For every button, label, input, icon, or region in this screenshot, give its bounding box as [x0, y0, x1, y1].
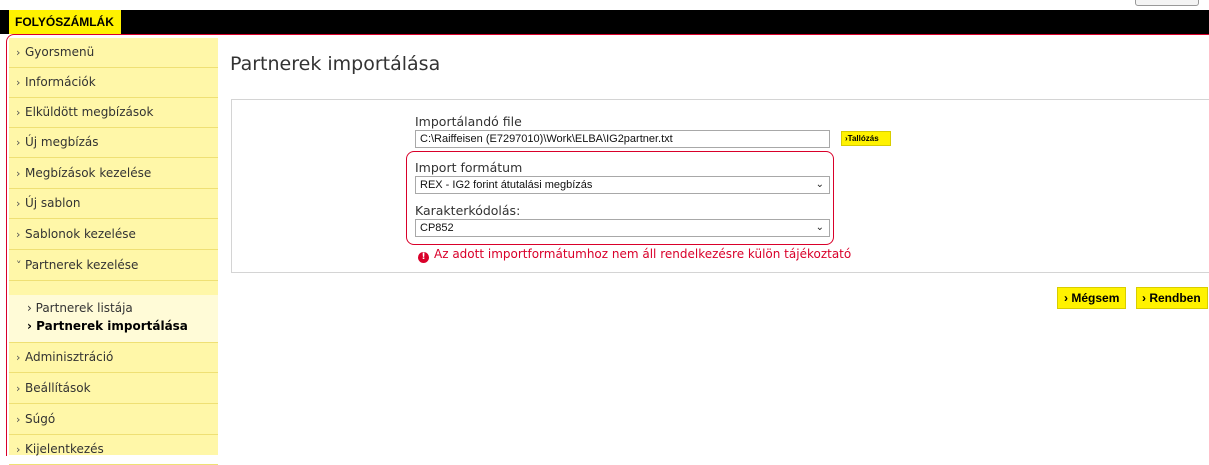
- sidebar-subitem-label: Partnerek listája: [35, 301, 133, 315]
- sidebar-item-label: Új sablon: [25, 196, 81, 210]
- chevron-right-icon: ›: [16, 46, 21, 59]
- sidebar-item-kijelentkezes[interactable]: › Kijelentkezés: [9, 435, 218, 465]
- chevron-right-icon: ›: [1064, 291, 1068, 305]
- format-warning-text: Az adott importformátumhoz nem áll rende…: [434, 247, 852, 261]
- sidebar-item-label: Adminisztráció: [25, 350, 114, 364]
- chevron-right-icon: ›: [16, 76, 21, 89]
- chevron-right-icon: ›: [27, 319, 37, 333]
- sidebar-item-label: Súgó: [25, 412, 56, 426]
- chevron-right-icon: ›: [16, 136, 21, 149]
- file-label: Importálandó file: [415, 114, 522, 129]
- warning-icon: !: [418, 252, 429, 263]
- top-right-control[interactable]: [1135, 0, 1199, 6]
- app-header-bar: FOLYÓSZÁMLÁK: [0, 10, 1209, 34]
- encoding-label: Karakterkódolás:: [415, 203, 521, 218]
- ok-button[interactable]: › Rendben: [1136, 287, 1208, 309]
- file-path-input[interactable]: C:\Raiffeisen (E7297010)\Work\ELBA\IG2pa…: [415, 130, 830, 148]
- sidebar-item-sablonok-kezelese[interactable]: › Sablonok kezelése: [9, 220, 218, 250]
- sidebar-subitem-label: Partnerek importálása: [36, 319, 188, 333]
- chevron-down-icon: ˅: [16, 259, 22, 272]
- chevron-right-icon: ›: [16, 351, 21, 364]
- chevron-right-icon: ›: [16, 197, 21, 210]
- sidebar: › Gyorsmenü › Információk › Elküldött me…: [9, 38, 218, 465]
- sidebar-subitem-partnerek-listaja[interactable]: › Partnerek listája: [27, 301, 133, 315]
- submenu-partnerek: › Partnerek listája › Partnerek importál…: [9, 295, 218, 343]
- sidebar-item-label: Partnerek kezelése: [25, 258, 139, 272]
- sidebar-item-label: Megbízások kezelése: [25, 166, 152, 180]
- chevron-right-icon: ›: [16, 443, 21, 456]
- sidebar-item-label: Gyorsmenü: [25, 45, 95, 59]
- sidebar-item-gyorsmenu[interactable]: › Gyorsmenü: [9, 38, 218, 68]
- sidebar-item-label: Információk: [25, 75, 96, 89]
- chevron-right-icon: ›: [16, 228, 21, 241]
- cancel-button[interactable]: › Mégsem: [1057, 287, 1126, 309]
- ok-button-label: Rendben: [1149, 291, 1201, 305]
- sidebar-item-label: Kijelentkezés: [25, 442, 104, 456]
- encoding-select[interactable]: CP852 ⌄: [415, 219, 830, 237]
- sidebar-item-elkuldott-megbizasok[interactable]: › Elküldött megbízások: [9, 98, 218, 128]
- chevron-right-icon: ›: [16, 413, 21, 426]
- chevron-right-icon: ›: [27, 301, 36, 315]
- browser-top-strip: [0, 0, 1209, 10]
- chevron-down-icon: ⌄: [815, 222, 824, 233]
- sidebar-item-uj-sablon[interactable]: › Új sablon: [9, 189, 218, 219]
- sidebar-item-label: Beállítások: [25, 381, 91, 395]
- sidebar-subitem-partnerek-importalasa[interactable]: › Partnerek importálása: [27, 319, 188, 333]
- chevron-right-icon: ›: [16, 167, 21, 180]
- sidebar-item-uj-megbizas[interactable]: › Új megbízás: [9, 128, 218, 158]
- sidebar-item-label: Sablonok kezelése: [25, 227, 136, 241]
- browse-button-label: Tallózás: [847, 134, 879, 143]
- sidebar-item-partnerek-kezelese[interactable]: ˅ Partnerek kezelése: [9, 251, 218, 281]
- chevron-down-icon: ⌄: [815, 179, 824, 190]
- cancel-button-label: Mégsem: [1071, 291, 1120, 305]
- sidebar-item-sugo[interactable]: › Súgó: [9, 405, 218, 435]
- sidebar-item-label: Elküldött megbízások: [25, 105, 154, 119]
- chevron-right-icon: ›: [1142, 291, 1146, 305]
- format-warning: ! Az adott importformátumhoz nem áll rend…: [418, 247, 851, 263]
- sidebar-item-label: Új megbízás: [25, 135, 99, 149]
- import-format-value: REX - IG2 forint átutalási megbízás: [420, 179, 593, 191]
- encoding-value: CP852: [420, 222, 454, 234]
- chevron-right-icon: ›: [16, 382, 21, 395]
- sidebar-item-megbizasok-kezelese[interactable]: › Megbízások kezelése: [9, 159, 218, 189]
- sidebar-item-beallitasok[interactable]: › Beállítások: [9, 374, 218, 404]
- app-title[interactable]: FOLYÓSZÁMLÁK: [9, 10, 121, 34]
- sidebar-item-adminisztracio[interactable]: › Adminisztráció: [9, 343, 218, 373]
- page-title: Partnerek importálása: [230, 53, 441, 75]
- chevron-right-icon: ›: [16, 106, 21, 119]
- sidebar-item-informaciok[interactable]: › Információk: [9, 68, 218, 98]
- import-format-label: Import formátum: [415, 160, 523, 175]
- browse-button[interactable]: ›Tallózás: [841, 131, 891, 146]
- import-format-select[interactable]: REX - IG2 forint átutalási megbízás ⌄: [415, 176, 830, 194]
